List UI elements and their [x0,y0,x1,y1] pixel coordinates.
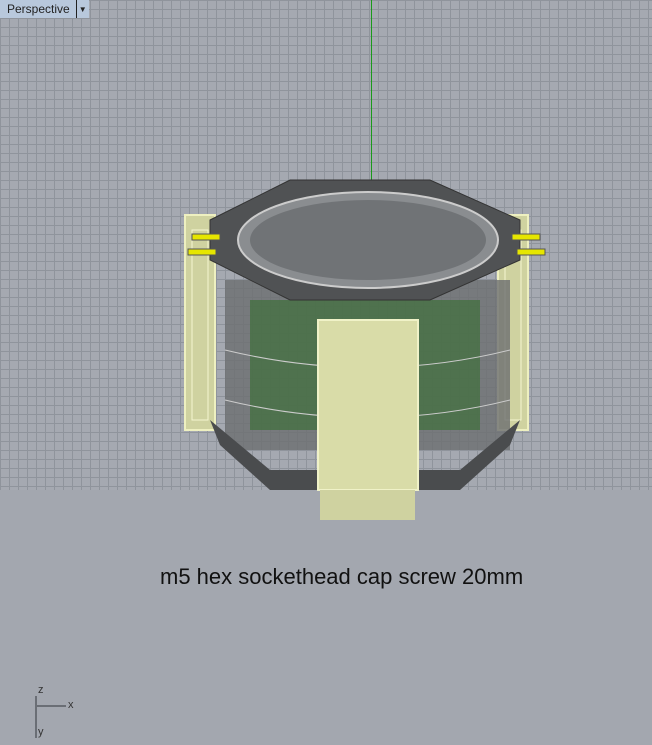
y-axis-label: y [38,726,44,738]
axis-widget: z x y [30,682,90,742]
viewport-title-tab[interactable]: Perspective ▼ [0,0,89,18]
object-name-caption: m5 hex sockethead cap screw 20mm [160,564,524,589]
3d-model[interactable] [180,170,560,520]
z-axis-label: z [38,684,44,696]
dropdown-arrow-icon[interactable]: ▼ [75,0,89,18]
viewport-name[interactable]: Perspective [0,2,76,16]
world-y-axis-line [371,0,372,185]
viewport-background [0,490,652,745]
hex-lattice-support [317,319,419,520]
x-axis-label: x [68,699,74,711]
